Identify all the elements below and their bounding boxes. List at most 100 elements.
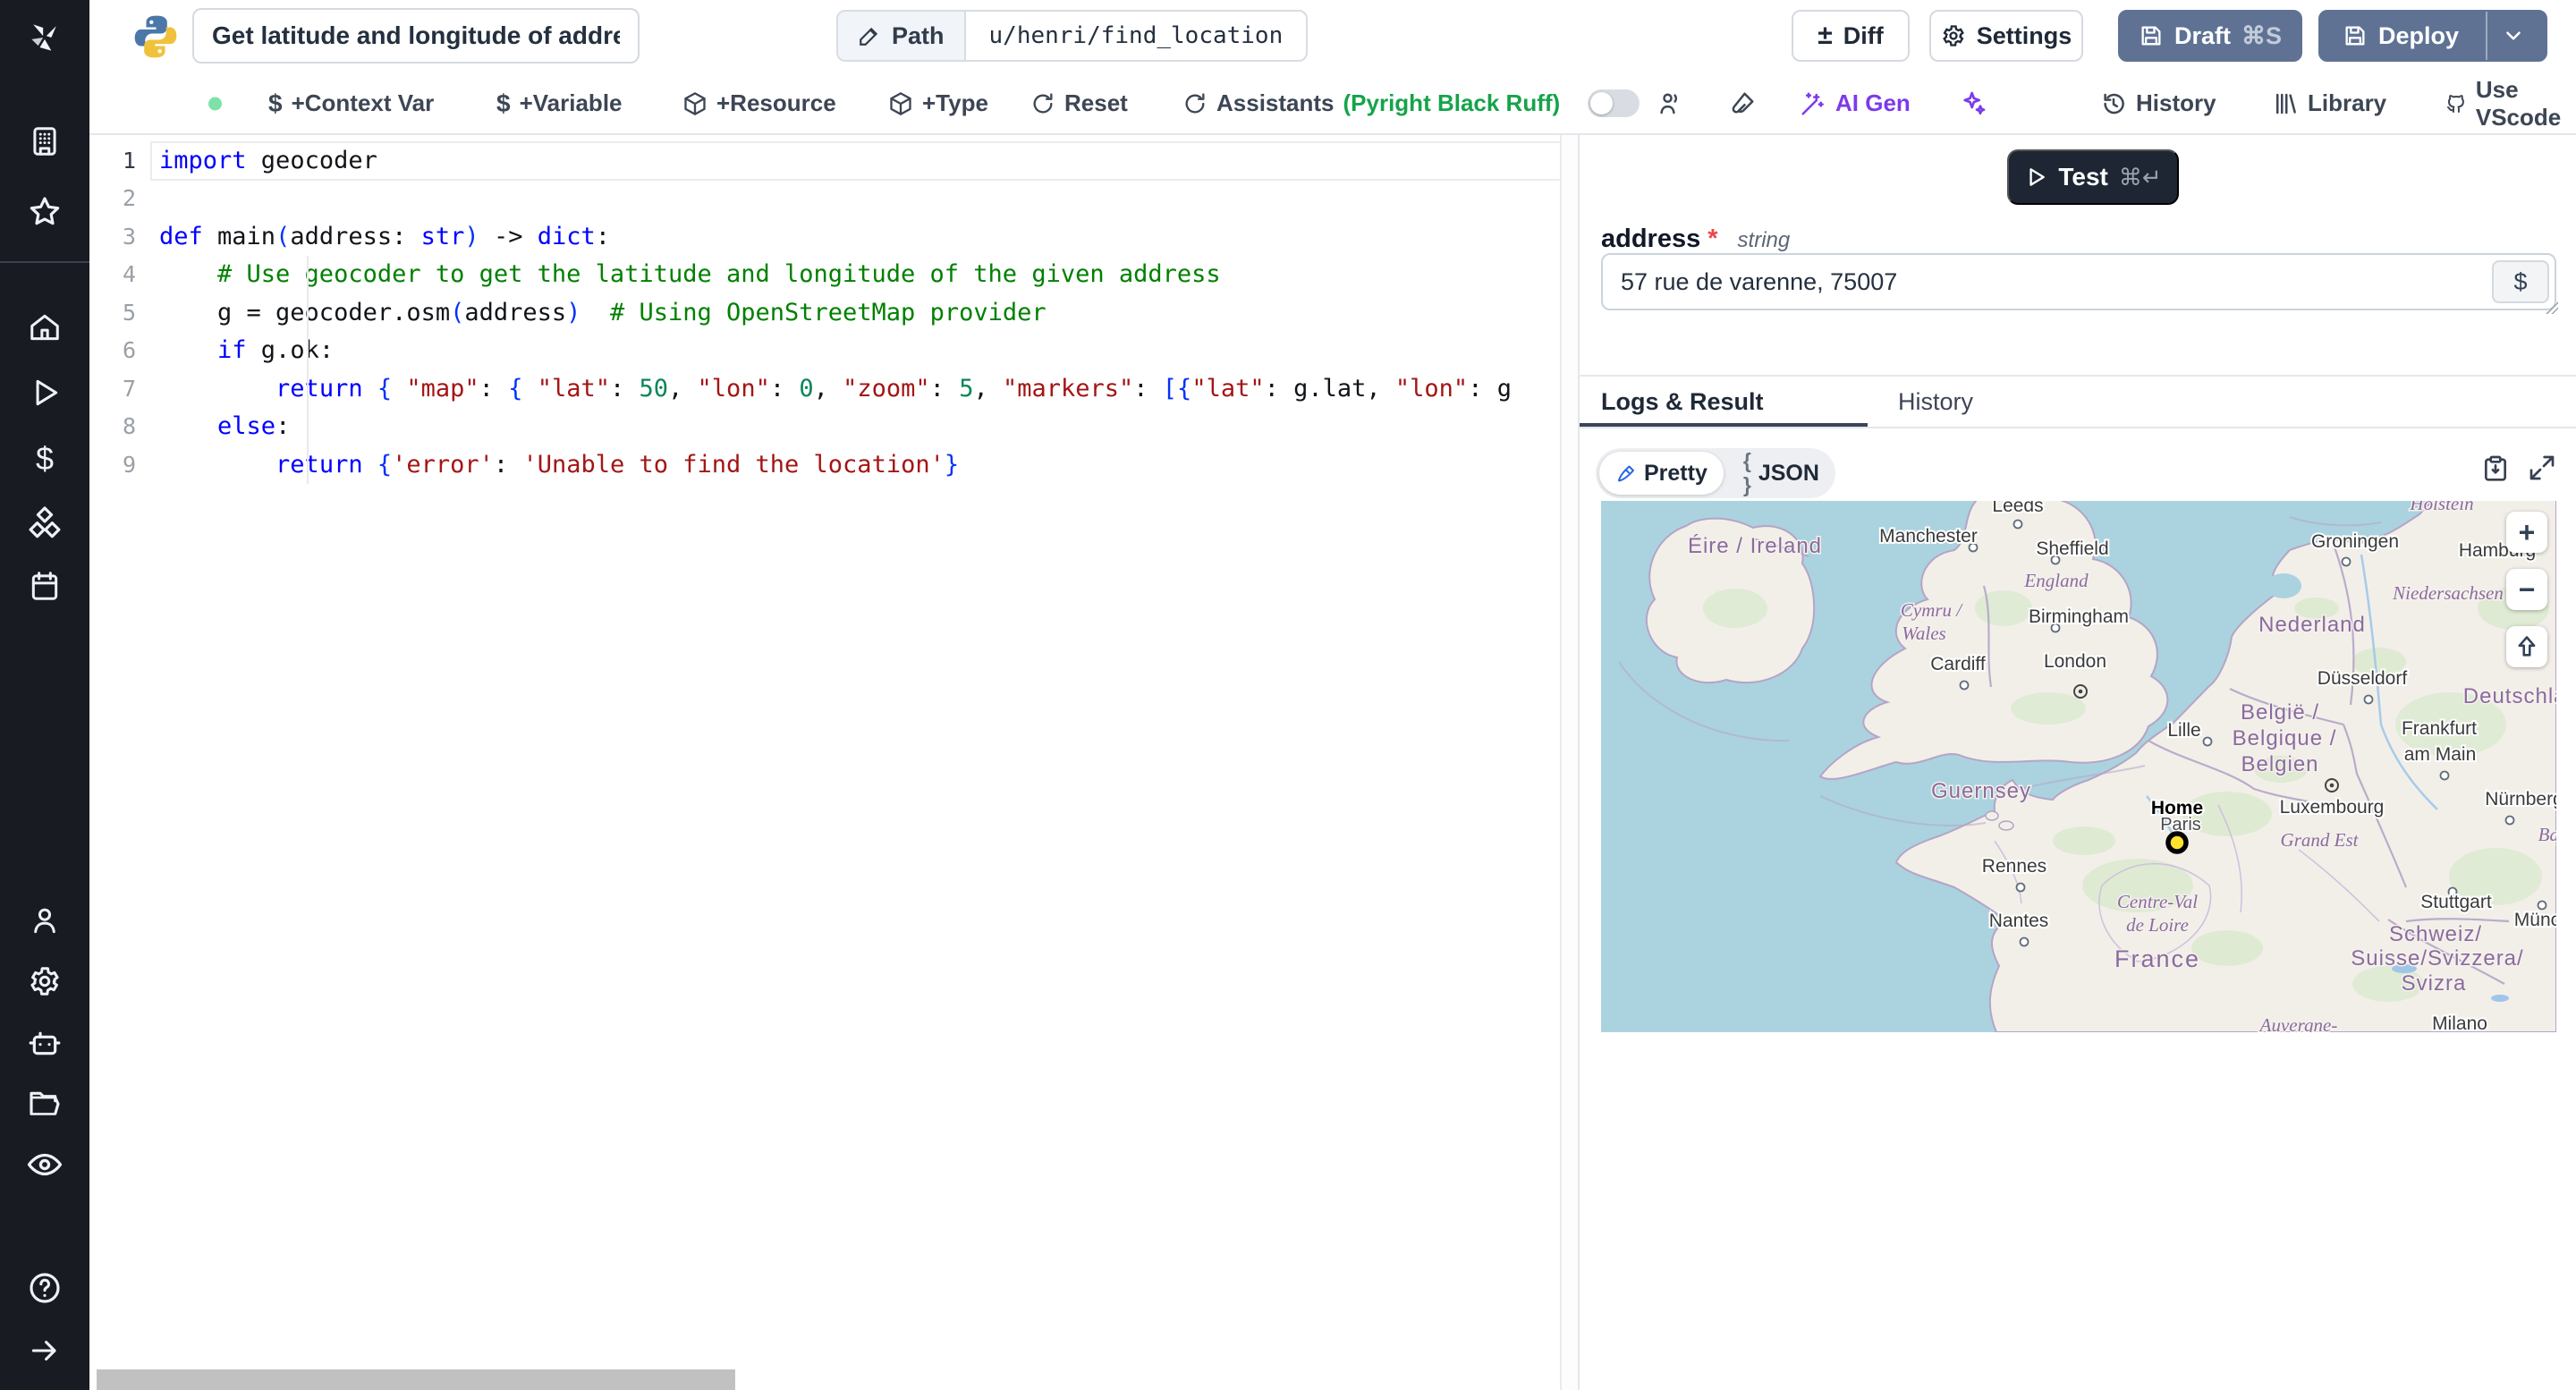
expand-fullscreen-icon[interactable]: [2528, 453, 2556, 482]
audit-eye-icon[interactable]: [26, 1146, 64, 1183]
assistants-button[interactable]: Assistants (Pyright Black Ruff): [1182, 72, 1560, 134]
code-content: return {'error': 'Unable to find the loc…: [275, 450, 960, 479]
json-view-button[interactable]: { } JSON: [1727, 449, 1835, 496]
favorites-star-icon[interactable]: [27, 194, 63, 230]
map-label: Nantes: [1989, 911, 2049, 931]
argument-name: address: [1601, 225, 1701, 253]
pencil-icon: [860, 27, 878, 46]
map-result[interactable]: Leeds Éire / Ireland Manchester Sheffield En…: [1601, 501, 2556, 1032]
panel-splitter[interactable]: [1578, 134, 1580, 1390]
settings-button[interactable]: Settings: [1929, 10, 2083, 62]
code-lines: 1 import geocoder 2 3 def main(address: str)…: [89, 135, 1579, 484]
home-icon[interactable]: [28, 310, 62, 344]
library-icon: [2276, 93, 2296, 114]
insert-variable-button[interactable]: $: [2492, 260, 2549, 303]
add-type-button[interactable]: +Type: [888, 72, 988, 134]
json-label: JSON: [1758, 460, 1819, 486]
map-recenter-button[interactable]: [2506, 626, 2547, 667]
code-line[interactable]: 7 return { "map": { "lat": 50, "lon": 0,…: [89, 369, 1579, 408]
home-location-marker[interactable]: [2165, 831, 2189, 854]
map-label: Sheffield: [2036, 538, 2108, 559]
settings-gear-icon[interactable]: [28, 964, 62, 998]
resources-cubes-icon[interactable]: [27, 506, 63, 542]
city-marker: [2341, 556, 2351, 567]
code-content: # Use geocoder to get the latitude and l…: [159, 260, 1221, 289]
editor-horizontal-scrollbar[interactable]: [97, 1369, 735, 1390]
pretty-view-button[interactable]: Pretty: [1599, 452, 1724, 495]
code-line[interactable]: 2: [89, 180, 1579, 218]
ready-status-dot: [208, 97, 222, 110]
code-content: return { "map": { "lat": 50, "lon": 0, "…: [275, 374, 1512, 403]
deploy-main[interactable]: Deploy: [2326, 22, 2475, 50]
draft-button[interactable]: Draft ⌘S: [2118, 10, 2302, 62]
plus-minus-icon: ±: [1818, 21, 1833, 50]
format-brush-button[interactable]: [1729, 72, 1756, 134]
help-icon[interactable]: [27, 1270, 63, 1306]
copy-clipboard-icon[interactable]: [2481, 453, 2510, 482]
map-label: Birmingham: [2029, 606, 2129, 627]
add-resource-button[interactable]: +Resource: [682, 72, 836, 134]
python-language-icon: [131, 12, 181, 62]
workers-robot-icon[interactable]: [27, 1025, 63, 1061]
code-line[interactable]: 5 g = geocoder.osm(address) # Using Open…: [89, 293, 1579, 332]
code-line[interactable]: 4 # Use geocoder to get the latitude and…: [89, 256, 1579, 294]
diff-button[interactable]: ± Diff: [1792, 10, 1910, 62]
add-variable-button[interactable]: $ +Variable: [496, 72, 623, 134]
windmill-logo-icon[interactable]: [25, 18, 64, 57]
multiplayer-toggle[interactable]: [1588, 89, 1640, 117]
path-label: Path: [892, 21, 945, 49]
code-line[interactable]: 6 if g.ok:: [89, 332, 1579, 370]
tab-logs-result[interactable]: Logs & Result: [1601, 378, 1764, 425]
map-label: Frankfurt: [2402, 718, 2477, 739]
map-label: Suisse/Svizzera/: [2351, 946, 2523, 970]
map-label: am Main: [2404, 744, 2477, 765]
user-icon[interactable]: [28, 903, 62, 937]
city-marker: [2012, 519, 2023, 530]
resource-label: +Resource: [716, 89, 836, 116]
test-panel: Test ⌘↵ address * string $ Logs & Result…: [1580, 135, 2576, 1390]
ai-sparkles-button[interactable]: [1959, 72, 1987, 134]
settings-label: Settings: [1976, 21, 2072, 49]
map-label: Manchester: [1879, 526, 1978, 547]
code-editor[interactable]: 1 import geocoder 2 3 def main(address: str)…: [89, 135, 1579, 1390]
reset-button[interactable]: Reset: [1030, 72, 1128, 134]
variables-dollar-icon[interactable]: $: [36, 443, 54, 475]
workspace-building-icon[interactable]: [28, 124, 62, 158]
deploy-button[interactable]: Deploy: [2318, 10, 2547, 62]
map-label: Cymru /: [1901, 599, 1963, 621]
test-button[interactable]: Test ⌘↵: [2007, 149, 2179, 205]
textarea-resize-handle[interactable]: [2546, 301, 2558, 314]
use-vscode-button[interactable]: Use VScode: [2445, 72, 2576, 134]
code-line[interactable]: 3 def main(address: str) -> dict:: [89, 217, 1579, 256]
deploy-dropdown[interactable]: [2486, 12, 2539, 60]
library-button[interactable]: Library: [2272, 72, 2386, 134]
path-editor[interactable]: Path u/henri/find_location: [836, 10, 1309, 62]
ai-gen-button[interactable]: AI Gen: [1800, 72, 1911, 134]
map-label: Deutschland: [2463, 684, 2556, 708]
tab-history[interactable]: History: [1898, 378, 1973, 425]
collapse-arrow-icon[interactable]: [28, 1334, 62, 1368]
history-button[interactable]: History: [2100, 72, 2216, 134]
required-asterisk: *: [1707, 225, 1718, 253]
map-zoom-out-button[interactable]: −: [2506, 569, 2547, 610]
app-sidebar: $: [0, 0, 89, 1390]
runs-play-icon[interactable]: [28, 376, 62, 410]
code-line[interactable]: 9 return {'error': 'Unable to find the l…: [89, 445, 1579, 484]
code-line[interactable]: 1 import geocoder: [89, 141, 1579, 180]
map-zoom-in-button[interactable]: +: [2506, 512, 2547, 553]
draft-shortcut: ⌘S: [2241, 21, 2283, 49]
code-line[interactable]: 8 else:: [89, 408, 1579, 446]
tabs-border: [1580, 427, 2576, 428]
map-label: Centre-Val: [2117, 891, 2198, 912]
capital-marker-dot: [2329, 783, 2334, 788]
schedules-calendar-icon[interactable]: [28, 569, 62, 603]
add-context-var-button[interactable]: $ +Context Var: [268, 72, 434, 134]
map-label: Rennes: [1982, 856, 2046, 877]
address-input[interactable]: [1601, 253, 2556, 310]
gear-icon: [1942, 25, 1964, 47]
multiplayer-users-button[interactable]: [1657, 72, 1683, 134]
assistants-reload-icon: [1185, 92, 1205, 114]
editor-vertical-scrollbar[interactable]: [1560, 135, 1579, 1390]
folders-icon[interactable]: [27, 1086, 63, 1122]
script-title-input[interactable]: [192, 8, 640, 64]
